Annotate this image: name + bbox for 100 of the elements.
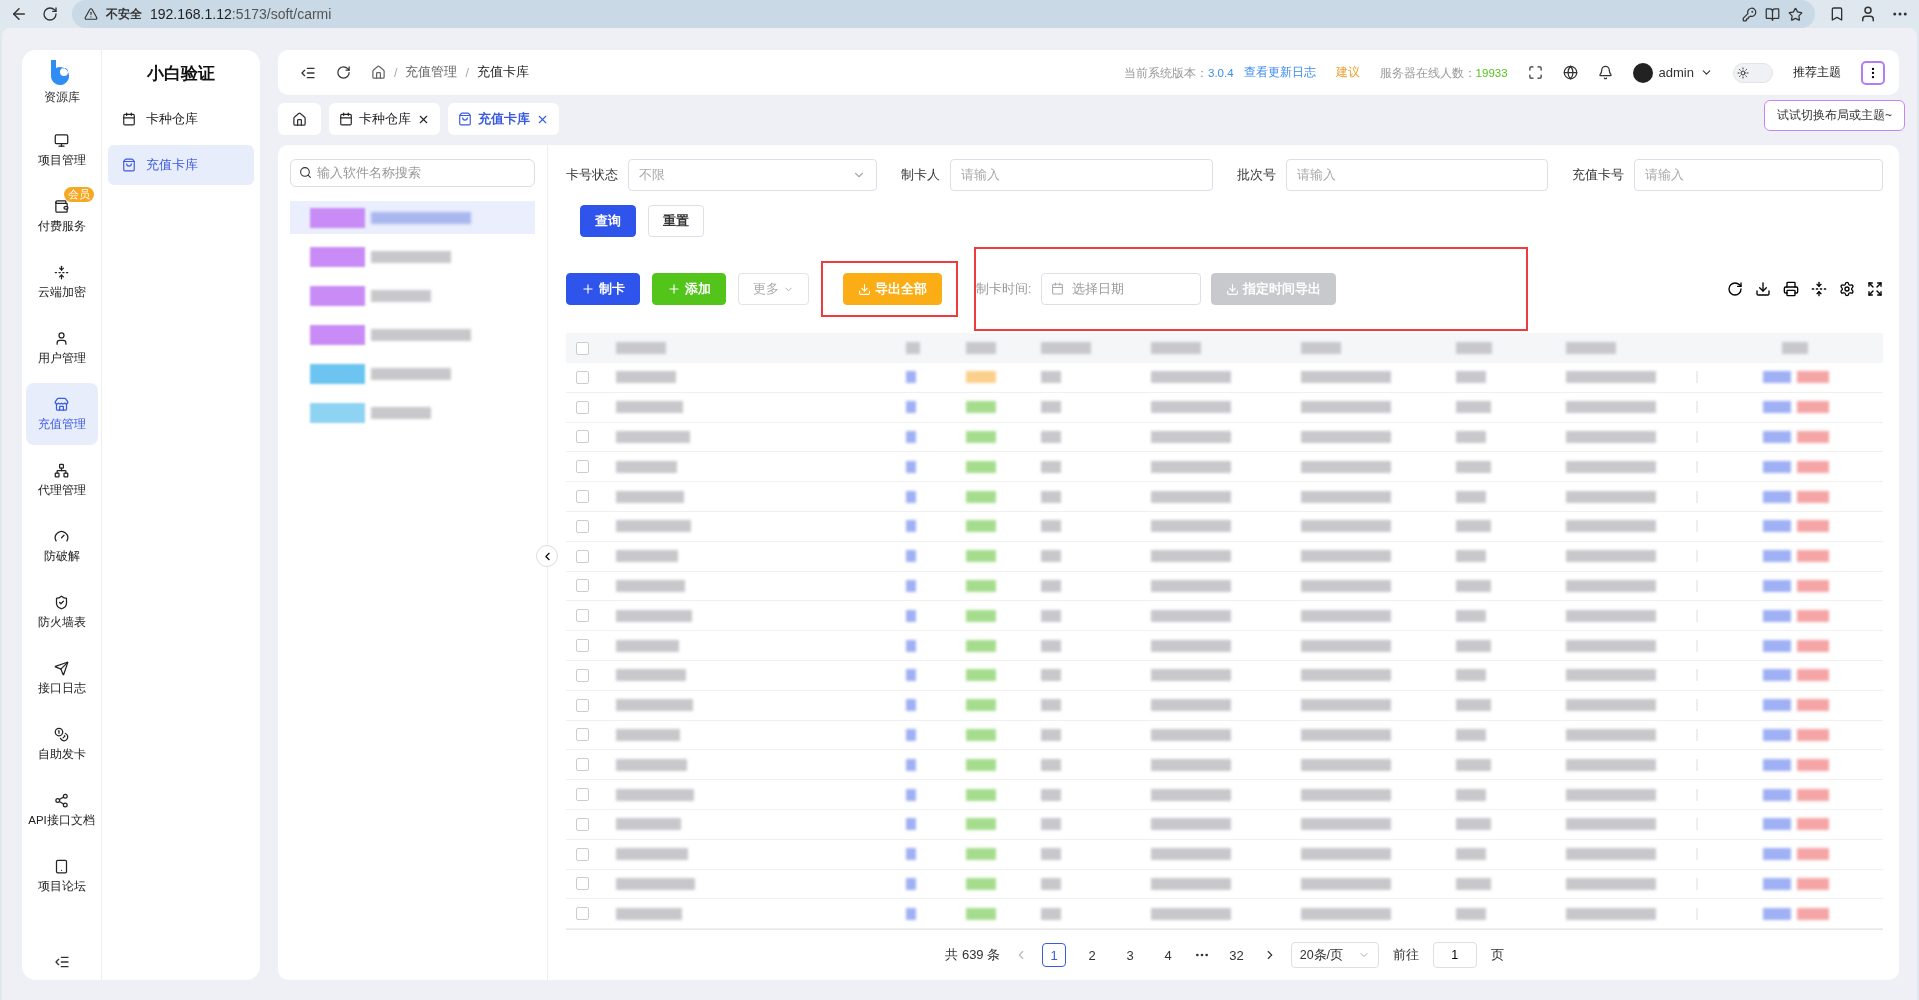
blurred-link[interactable] [1796, 907, 1829, 920]
page-input[interactable]: 1 [1432, 942, 1477, 969]
home-tab[interactable] [278, 103, 321, 135]
input-field[interactable]: 请输入 [950, 159, 1213, 191]
select-all-checkbox[interactable] [576, 341, 589, 355]
nav-item[interactable]: 会员 付费服务 [25, 185, 98, 247]
profile-icon[interactable] [1859, 5, 1877, 23]
blurred-link[interactable] [1762, 401, 1791, 414]
row-checkbox[interactable] [576, 639, 589, 653]
row-checkbox[interactable] [576, 460, 589, 474]
blurred-link[interactable] [1762, 669, 1791, 682]
blurred-link[interactable] [1796, 639, 1829, 652]
refresh-icon[interactable] [336, 65, 351, 80]
blurred-link[interactable] [1796, 877, 1829, 890]
nav-item[interactable]: 项目管理 [25, 119, 98, 181]
row-checkbox[interactable] [576, 519, 589, 533]
row-checkbox[interactable] [576, 400, 589, 414]
blurred-link[interactable] [1762, 788, 1791, 801]
blurred-link[interactable] [1762, 550, 1791, 563]
date-field[interactable]: 选择日期 [1041, 273, 1202, 305]
blurred-link[interactable] [1796, 669, 1829, 682]
row-checkbox[interactable] [576, 847, 589, 861]
row-checkbox[interactable] [576, 579, 589, 593]
collapse-panel-button[interactable] [536, 545, 558, 567]
blurred-link[interactable] [1762, 609, 1791, 622]
bookmark-icon[interactable] [1829, 6, 1845, 22]
blurred-link[interactable] [1796, 490, 1829, 503]
blurred-link[interactable] [1762, 877, 1791, 890]
nav-item[interactable]: 项目论坛 [25, 845, 98, 907]
blurred-link[interactable] [1762, 758, 1791, 771]
star-icon[interactable] [1788, 6, 1803, 22]
blurred-link[interactable] [1796, 431, 1829, 443]
language-icon[interactable] [1562, 65, 1578, 80]
theme-button[interactable]: 推荐主题 [1793, 64, 1841, 81]
nav-item[interactable]: 接口日志 [25, 647, 98, 709]
row-checkbox[interactable] [576, 609, 589, 623]
blurred-link[interactable] [1762, 907, 1791, 920]
page-button[interactable]: 1 [1042, 943, 1067, 968]
blurred-link[interactable] [1796, 758, 1829, 771]
blurred-link[interactable] [1762, 699, 1791, 712]
download-icon[interactable] [1755, 281, 1771, 297]
blurred-link[interactable] [1762, 579, 1791, 592]
page-size-select[interactable]: 20条/页 [1290, 942, 1379, 969]
settings-icon[interactable] [1839, 281, 1855, 297]
input-field[interactable]: 请输入 [1285, 159, 1548, 191]
row-checkbox[interactable] [576, 817, 589, 831]
nav-item[interactable]: API接口文档 [25, 779, 98, 841]
blurred-link[interactable] [1762, 848, 1791, 861]
refresh-icon[interactable] [1727, 281, 1743, 297]
blurred-link[interactable] [1762, 818, 1791, 831]
changelog-link[interactable]: 查看更新日志 [1243, 65, 1316, 80]
home-icon[interactable] [371, 65, 386, 80]
blurred-link[interactable] [1762, 639, 1791, 652]
blurred-link[interactable] [1796, 550, 1829, 563]
nav-item[interactable]: 云端加密 [25, 251, 98, 313]
reload-icon[interactable] [42, 6, 58, 22]
blurred-link[interactable] [1796, 579, 1829, 592]
fullscreen-icon[interactable] [1867, 281, 1883, 297]
blurred-link[interactable] [1796, 699, 1829, 712]
blurred-link[interactable] [1796, 401, 1829, 414]
row-checkbox[interactable] [576, 907, 589, 921]
notification-icon[interactable] [1597, 65, 1613, 80]
blurred-link[interactable] [1762, 371, 1791, 384]
row-checkbox[interactable] [576, 490, 589, 504]
address-bar[interactable]: 不安全 192.168.1.12:5173/soft/carmi [72, 0, 1815, 28]
submenu-item[interactable]: 充值卡库 [108, 145, 254, 185]
theme-switch[interactable] [1733, 62, 1773, 83]
user-menu[interactable]: admin [1632, 62, 1713, 83]
blurred-link[interactable] [1762, 728, 1791, 741]
nav-item[interactable]: 充值管理 [25, 383, 98, 445]
page-tab[interactable]: 充值卡库 [448, 103, 559, 135]
row-checkbox[interactable] [576, 728, 589, 742]
reader-icon[interactable] [1765, 6, 1780, 22]
blurred-link[interactable] [1796, 728, 1829, 741]
blurred-link[interactable] [1762, 431, 1791, 443]
print-icon[interactable] [1783, 281, 1799, 297]
nav-item[interactable]: 防破解 [25, 515, 98, 577]
nav-item[interactable]: 代理管理 [25, 449, 98, 511]
back-icon[interactable] [10, 5, 28, 23]
blurred-link[interactable] [1796, 609, 1829, 622]
blurred-link[interactable] [1762, 490, 1791, 503]
breadcrumb-item[interactable]: 充值卡库 [476, 64, 529, 81]
row-checkbox[interactable] [576, 668, 589, 682]
settings-more-button[interactable] [1861, 60, 1885, 85]
key-icon[interactable] [1742, 6, 1757, 22]
page-tab[interactable]: 卡种仓库 [329, 103, 440, 135]
row-checkbox[interactable] [576, 549, 589, 563]
blurred-link[interactable] [1796, 520, 1829, 533]
blurred-link[interactable] [1796, 371, 1829, 384]
reset-button[interactable]: 重置 [648, 205, 704, 237]
submenu-item[interactable]: 卡种仓库 [108, 99, 254, 139]
software-item[interactable] [290, 201, 535, 234]
nav-item[interactable]: 防火墙表 [25, 581, 98, 643]
blurred-link[interactable] [1762, 520, 1791, 533]
row-checkbox[interactable] [576, 877, 589, 891]
row-checkbox[interactable] [576, 788, 589, 802]
search-field[interactable]: 输入软件名称搜索 [290, 159, 535, 187]
blurred-link[interactable] [1796, 788, 1829, 801]
nav-item[interactable]: 用户管理 [25, 317, 98, 379]
row-checkbox[interactable] [576, 430, 589, 444]
